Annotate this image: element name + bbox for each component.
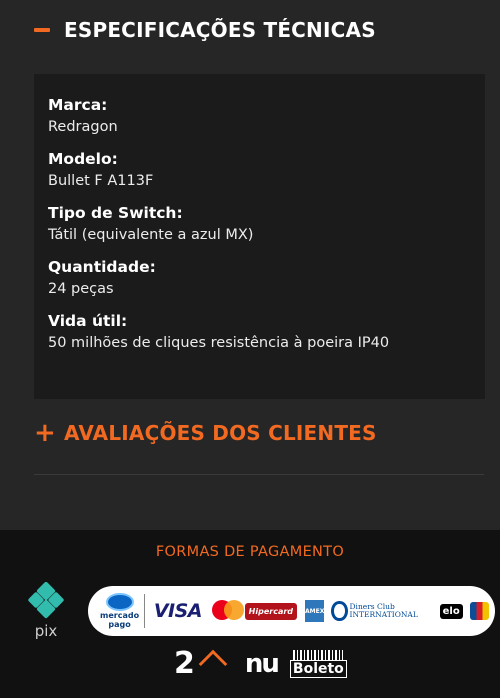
minus-icon (34, 28, 52, 32)
visa-logo: VISA (153, 600, 203, 622)
spec-label: Vida útil: (48, 312, 128, 330)
spec-label: Tipo de Switch: (48, 204, 183, 222)
barcode-icon (293, 649, 344, 660)
jcb-logo (469, 602, 489, 620)
nubank-logo: nu (244, 648, 280, 679)
divider (34, 474, 484, 475)
boleto-logo: Boleto (289, 649, 347, 678)
spec-label: Modelo: (48, 150, 118, 168)
pix-icon (28, 581, 64, 619)
diners-label: Diners Club INTERNATIONAL (349, 602, 418, 619)
payment-methods-title: FORMAS DE PAGAMENTO (155, 544, 345, 560)
spec-item-model: Modelo: Bullet F A113F (48, 148, 471, 192)
pix-logo: pix (24, 581, 68, 642)
mercado-pago-logo: mercado pago (100, 589, 139, 633)
other-payment-logos: 2 nu Boleto (174, 646, 347, 681)
spec-value: 50 milhões de cliques resistência à poei… (48, 335, 390, 351)
pix-label: pix (34, 622, 58, 640)
spec-value: Tátil (equivalente a azul MX) (48, 227, 254, 243)
spec-panel: Marca: Redragon Modelo: Bullet F A113F T… (34, 74, 485, 399)
boleto-label: Boleto (289, 659, 347, 678)
diners-icon (331, 601, 348, 621)
spec-value: Redragon (48, 119, 118, 135)
handshake-icon (105, 593, 134, 611)
spec-item-brand: Marca: Redragon (48, 94, 471, 138)
separator (144, 594, 145, 628)
card-brands-strip: mercado pago VISA Hipercard AMEX Diners … (88, 586, 495, 636)
spec-item-lifespan: Vida útil: 50 milhões de cliques resistê… (48, 310, 471, 354)
plus-icon: + (34, 418, 56, 448)
spec-value: 24 peças (48, 281, 114, 297)
house-icon (197, 648, 231, 680)
elo-logo: elo (439, 603, 463, 619)
reviews-section-header[interactable]: + AVALIAÇÕES DOS CLIENTES (34, 420, 377, 446)
reviews-section-title: AVALIAÇÕES DOS CLIENTES (64, 421, 377, 445)
hipercard-logo: Hipercard (244, 602, 298, 620)
spec-section-header[interactable]: ESPECIFICAÇÕES TÉCNICAS (34, 18, 376, 42)
spec-value: Bullet F A113F (48, 173, 154, 189)
diners-club-logo: Diners Club INTERNATIONAL (331, 601, 433, 621)
amex-logo: AMEX (305, 600, 325, 622)
spec-item-quantity: Quantidade: 24 peças (48, 256, 471, 300)
mastercard-logo (210, 598, 244, 624)
two-logo: 2 (174, 646, 195, 681)
spec-label: Quantidade: (48, 258, 156, 276)
mercado-pago-label: mercado pago (100, 611, 140, 629)
spec-section-title: ESPECIFICAÇÕES TÉCNICAS (64, 18, 376, 42)
spec-label: Marca: (48, 96, 108, 114)
spec-item-switch: Tipo de Switch: Tátil (equivalente a azu… (48, 202, 471, 246)
footer: FORMAS DE PAGAMENTO pix mercado pago VIS… (0, 530, 500, 698)
